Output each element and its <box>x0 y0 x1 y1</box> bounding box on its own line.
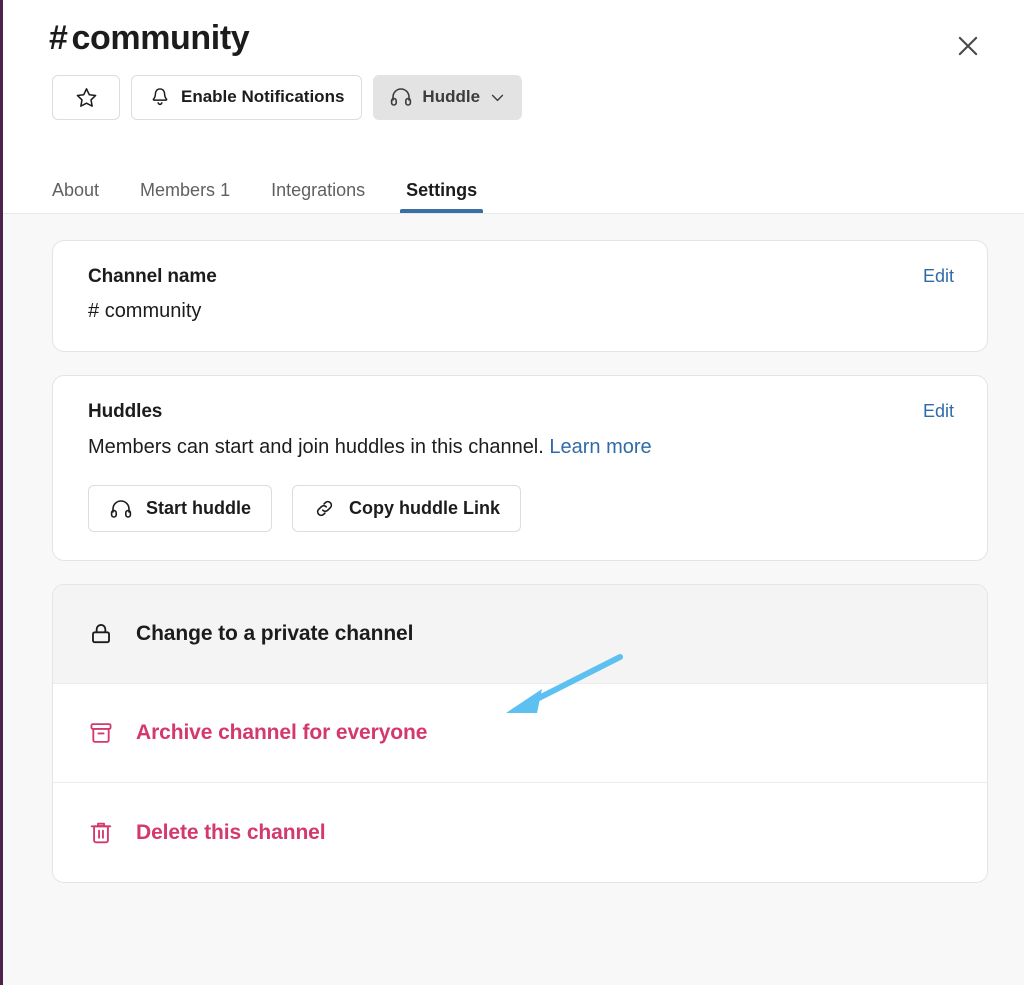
channel-name-title: Channel name <box>88 266 217 287</box>
channel-actions-card: Change to a private channel Archive chan… <box>52 584 988 883</box>
tab-members-label: Members <box>140 180 216 200</box>
page-title: # community <box>49 18 250 59</box>
edit-huddles-button[interactable]: Edit <box>923 401 954 422</box>
chevron-down-icon <box>489 89 506 106</box>
channel-name-value-hash: # <box>88 300 100 322</box>
close-icon <box>954 32 982 60</box>
start-huddle-button[interactable]: Start huddle <box>88 485 273 532</box>
channel-name-value-text: community <box>104 300 202 322</box>
headphones-icon <box>389 85 413 109</box>
trash-icon <box>88 820 114 846</box>
channel-details-panel: # community Enable Notifications Huddle … <box>3 0 1024 985</box>
edit-channel-name-button[interactable]: Edit <box>923 266 954 287</box>
tab-members[interactable]: Members 1 <box>128 180 242 213</box>
tab-bar: About Members 1 Integrations Settings <box>3 164 506 213</box>
start-huddle-label: Start huddle <box>146 498 252 518</box>
tab-about-label: About <box>52 180 100 200</box>
delete-channel-label: Delete this channel <box>136 820 326 844</box>
channel-name-card-inner: Channel name Edit # community <box>53 241 987 351</box>
lock-icon <box>88 621 114 647</box>
channel-name-value: # community <box>88 300 954 323</box>
tab-integrations[interactable]: Integrations <box>259 180 377 213</box>
change-to-private-channel-row[interactable]: Change to a private channel <box>53 585 987 684</box>
settings-content: Channel name Edit # community Huddles Ed… <box>3 214 1024 883</box>
star-icon <box>75 86 98 109</box>
enable-notifications-label: Enable Notifications <box>181 87 345 107</box>
archive-icon <box>88 720 114 746</box>
tab-settings-label: Settings <box>406 180 478 200</box>
channel-name-card-head: Channel name Edit <box>88 266 954 288</box>
tab-about[interactable]: About <box>40 180 111 213</box>
close-button[interactable] <box>948 26 988 66</box>
delete-channel-row[interactable]: Delete this channel <box>53 783 987 882</box>
star-channel-button[interactable] <box>52 74 120 120</box>
tab-members-count: 1 <box>220 180 231 200</box>
bell-icon <box>149 86 171 108</box>
huddles-card: Huddles Edit Members can start and join … <box>52 375 988 561</box>
panel-header: # community Enable Notifications Huddle … <box>3 0 1024 214</box>
archive-channel-label: Archive channel for everyone <box>136 721 428 744</box>
headphones-icon <box>109 497 133 521</box>
title-row: # community <box>3 0 1024 59</box>
copy-huddle-link-label: Copy huddle Link <box>349 498 501 518</box>
tab-settings[interactable]: Settings <box>394 180 489 213</box>
huddles-title: Huddles <box>88 401 163 422</box>
channel-name-card: Channel name Edit # community <box>52 240 988 352</box>
enable-notifications-button[interactable]: Enable Notifications <box>131 74 363 120</box>
channel-name-text: community <box>71 19 250 57</box>
header-actions: Enable Notifications Huddle <box>3 59 1024 120</box>
learn-more-link[interactable]: Learn more <box>549 436 651 458</box>
huddle-button[interactable]: Huddle <box>373 74 523 120</box>
change-to-private-channel-label: Change to a private channel <box>136 622 414 645</box>
channel-hash: # <box>49 19 68 57</box>
huddle-label: Huddle <box>422 87 481 107</box>
huddle-actions: Start huddle Copy huddle Link <box>88 485 954 532</box>
huddles-description-text: Members can start and join huddles in th… <box>88 436 544 458</box>
link-icon <box>313 497 336 520</box>
huddles-description: Members can start and join huddles in th… <box>88 436 954 459</box>
copy-huddle-link-button[interactable]: Copy huddle Link <box>292 485 522 532</box>
archive-channel-row[interactable]: Archive channel for everyone <box>53 684 987 783</box>
huddles-card-inner: Huddles Edit Members can start and join … <box>53 376 987 560</box>
tab-integrations-label: Integrations <box>271 180 366 200</box>
huddles-card-head: Huddles Edit <box>88 401 954 423</box>
